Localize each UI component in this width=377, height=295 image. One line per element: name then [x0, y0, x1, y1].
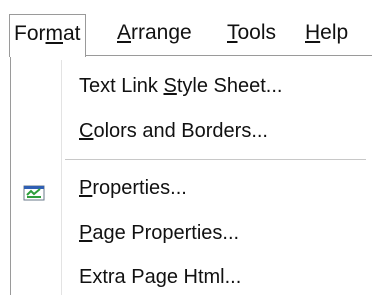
menu-format-post: at: [63, 22, 81, 45]
format-dropdown-menu: Text Link Style Sheet... Colors and Bord…: [10, 55, 372, 295]
menu-item-label: Properties...: [79, 169, 187, 207]
menu-arrange-post: rrange: [131, 21, 192, 44]
menu-tools[interactable]: Tools: [227, 14, 276, 52]
label-post: roperties...: [92, 177, 187, 199]
menu-item-properties[interactable]: Properties...: [15, 169, 368, 207]
menu-format[interactable]: Format: [9, 14, 86, 57]
label-mnemonic: C: [79, 120, 94, 142]
menu-item-text-link-style-sheet[interactable]: Text Link Style Sheet...: [15, 67, 368, 105]
menu-help-post: elp: [320, 21, 349, 44]
menu-tools-post: ools: [237, 21, 277, 44]
label-mnemonic: P: [79, 177, 93, 199]
menu-format-mnemonic: m: [45, 22, 64, 45]
label-pre: Extra Page Html...: [79, 266, 242, 288]
label-pre: Text Link: [79, 75, 164, 97]
label-post: age Properties...: [92, 222, 240, 244]
menu-item-label: Text Link Style Sheet...: [79, 67, 282, 105]
menu-format-pre: For: [14, 22, 46, 45]
menu-item-label: Extra Page Html...: [79, 258, 241, 295]
menu-item-label: Page Properties...: [79, 214, 239, 252]
label-post: olors and Borders...: [93, 120, 268, 142]
label-mnemonic: S: [163, 75, 177, 97]
screen: Format Arrange Tools Help Text Link Styl…: [0, 0, 377, 295]
menu-separator: [65, 159, 366, 160]
menu-item-label: Colors and Borders...: [79, 112, 268, 150]
properties-icon: [23, 178, 45, 201]
menu-arrange[interactable]: Arrange: [117, 14, 192, 52]
menu-item-extra-page-html[interactable]: Extra Page Html...: [15, 258, 368, 295]
menu-arrange-mnemonic: A: [117, 21, 132, 44]
menu-bar: Format Arrange Tools Help: [0, 0, 377, 57]
menu-tools-mnemonic: T: [227, 21, 238, 44]
label-mnemonic: P: [79, 222, 93, 244]
menu-item-page-properties[interactable]: Page Properties...: [15, 214, 368, 252]
menu-help[interactable]: Help: [305, 14, 348, 52]
menu-item-colors-and-borders[interactable]: Colors and Borders...: [15, 112, 368, 150]
label-post: tyle Sheet...: [176, 75, 283, 97]
menu-help-mnemonic: H: [305, 21, 321, 44]
